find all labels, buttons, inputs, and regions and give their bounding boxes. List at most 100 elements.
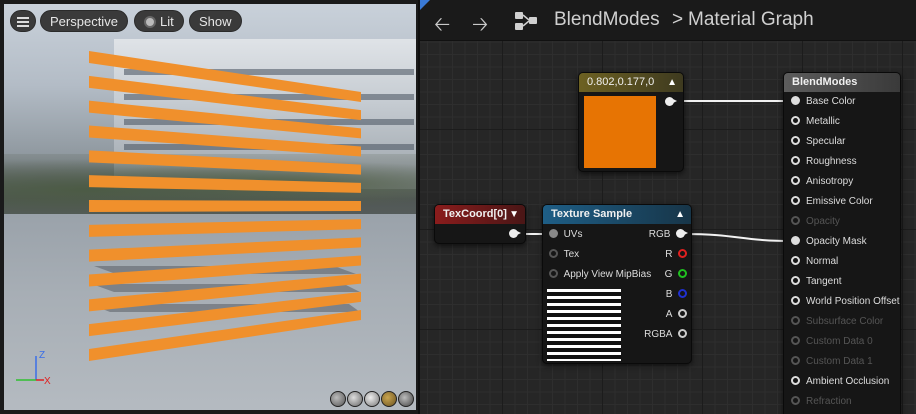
pin-label: Ambient Occlusion bbox=[806, 376, 890, 387]
material-pin-row[interactable]: Custom Data 1 bbox=[791, 352, 873, 372]
pin-icon bbox=[549, 269, 558, 278]
pin-label: G bbox=[664, 269, 673, 280]
material-pin-row[interactable]: Tangent bbox=[791, 272, 842, 292]
texture-sample-header[interactable]: Texture Sample ▲ bbox=[543, 205, 691, 224]
material-pin-row[interactable]: Opacity Mask bbox=[791, 232, 867, 252]
output-pin-b[interactable]: B bbox=[666, 285, 687, 305]
pin-label: UVs bbox=[563, 229, 583, 240]
input-pin-icon bbox=[791, 196, 800, 205]
output-pin-rgb[interactable]: RGB bbox=[648, 225, 688, 245]
pin-label: Refraction bbox=[806, 396, 852, 407]
pin-icon bbox=[549, 229, 558, 238]
input-pin-icon bbox=[791, 356, 800, 365]
material-pin-row[interactable]: World Position Offset bbox=[791, 292, 900, 312]
texcoord-output-pin[interactable] bbox=[509, 225, 521, 245]
color-swatch[interactable] bbox=[584, 96, 656, 168]
pin-label: Custom Data 1 bbox=[806, 356, 873, 367]
material-pin-row[interactable]: Normal bbox=[791, 252, 838, 272]
constant3-output-pin[interactable] bbox=[665, 93, 677, 113]
alpha-pin-icon bbox=[678, 309, 687, 318]
texcoord-node[interactable]: TexCoord[0] ▼ bbox=[434, 204, 526, 244]
stripe-bar bbox=[89, 219, 361, 237]
material-pin-row[interactable]: Metallic bbox=[791, 112, 840, 132]
output-pin-rgba[interactable]: RGBA bbox=[644, 325, 687, 345]
collapse-chevron-icon[interactable]: ▲ bbox=[667, 73, 677, 92]
material-pin-row[interactable]: Refraction bbox=[791, 392, 852, 412]
input-pin-mipbias[interactable]: Apply View MipBias bbox=[549, 265, 651, 285]
constant3-node[interactable]: 0.802,0.177,0 ▲ bbox=[578, 72, 684, 172]
texture-sample-title: Texture Sample bbox=[551, 208, 633, 220]
wireframe-mode-icon[interactable] bbox=[330, 391, 346, 407]
material-result-node[interactable]: BlendModes Base Color Metallic Specular Rou… bbox=[783, 72, 901, 414]
output-pin-g[interactable]: G bbox=[665, 265, 687, 285]
input-pin-icon bbox=[791, 96, 800, 105]
viewport-scene[interactable]: Perspective Lit Show Z X bbox=[4, 4, 416, 410]
pin-label: RGB bbox=[648, 229, 671, 240]
lit-button[interactable]: Lit bbox=[134, 10, 184, 32]
material-pin-row[interactable]: Custom Data 0 bbox=[791, 332, 873, 352]
lit-mode-icon[interactable] bbox=[364, 391, 380, 407]
perspective-button[interactable]: Perspective bbox=[40, 10, 128, 32]
material-pin-row[interactable]: Anisotropy bbox=[791, 172, 853, 192]
pin-icon bbox=[549, 249, 558, 258]
collapse-chevron-icon[interactable]: ▲ bbox=[675, 205, 685, 224]
stripe-bar bbox=[89, 150, 361, 175]
axis-gizmo: Z X bbox=[16, 350, 51, 387]
pin-label: Anisotropy bbox=[806, 176, 854, 187]
input-pin-icon bbox=[791, 116, 800, 125]
masked-stripe-plane bbox=[89, 51, 361, 361]
input-pin-icon bbox=[791, 256, 800, 265]
output-pin-r[interactable]: R bbox=[665, 245, 687, 265]
constant3-header[interactable]: 0.802,0.177,0 ▲ bbox=[579, 73, 683, 92]
input-pin-icon bbox=[791, 216, 800, 225]
pin-label: Specular bbox=[806, 136, 846, 147]
input-pin-icon bbox=[791, 136, 800, 145]
material-pin-row[interactable]: Base Color bbox=[791, 92, 855, 112]
red-pin-icon bbox=[678, 249, 687, 258]
constant3-title: 0.802,0.177,0 bbox=[587, 76, 655, 88]
show-button[interactable]: Show bbox=[189, 10, 242, 32]
realtime-toggle-icon[interactable] bbox=[398, 391, 414, 407]
output-pin-icon bbox=[665, 97, 677, 106]
pin-label: Metallic bbox=[806, 116, 840, 127]
material-header[interactable]: BlendModes bbox=[784, 73, 900, 92]
texcoord-header[interactable]: TexCoord[0] ▼ bbox=[435, 205, 525, 224]
blue-pin-icon bbox=[678, 289, 687, 298]
input-pin-icon bbox=[791, 296, 800, 305]
material-pin-row[interactable]: Emissive Color bbox=[791, 192, 873, 212]
input-pin-uvs[interactable]: UVs bbox=[549, 225, 582, 245]
unlit-mode-icon[interactable] bbox=[347, 391, 363, 407]
input-pin-icon bbox=[791, 236, 800, 245]
collapse-chevron-icon[interactable]: ▼ bbox=[509, 205, 519, 224]
material-pin-row[interactable]: Opacity bbox=[791, 212, 840, 232]
texture-sample-node[interactable]: Texture Sample ▲ UVs Tex Apply View MipB… bbox=[542, 204, 692, 364]
output-pin-a[interactable]: A bbox=[666, 305, 687, 325]
material-pin-row[interactable]: Ambient Occlusion bbox=[791, 372, 889, 392]
input-pin-icon bbox=[791, 336, 800, 345]
rgba-pin-icon bbox=[678, 329, 687, 338]
input-pin-icon bbox=[791, 396, 800, 405]
input-pin-tex[interactable]: Tex bbox=[549, 245, 579, 265]
texture-preview bbox=[547, 289, 621, 361]
input-pin-icon bbox=[791, 316, 800, 325]
pin-label: Opacity Mask bbox=[806, 236, 867, 247]
material-graph-editor[interactable]: 🡠 🡢 BlendModes > Material Graph 0.802,0.… bbox=[420, 0, 916, 414]
detail-lighting-icon[interactable] bbox=[381, 391, 397, 407]
level-viewport[interactable]: Perspective Lit Show Z X bbox=[0, 0, 418, 414]
material-pin-row[interactable]: Subsurface Color bbox=[791, 312, 883, 332]
pin-label: B bbox=[665, 289, 673, 300]
lit-sphere-icon bbox=[144, 16, 156, 28]
material-pin-row[interactable]: Specular bbox=[791, 132, 845, 152]
material-pin-row[interactable]: Roughness bbox=[791, 152, 857, 172]
stripe-bar bbox=[89, 237, 361, 262]
texcoord-title: TexCoord[0] bbox=[443, 208, 507, 220]
material-title: BlendModes bbox=[792, 76, 858, 88]
wire-opacity-mask bbox=[682, 233, 795, 242]
viewport-menu-button[interactable] bbox=[10, 10, 36, 32]
axis-x-label: X bbox=[44, 376, 51, 387]
pin-label: RGBA bbox=[644, 329, 673, 340]
pin-label: Base Color bbox=[806, 96, 856, 107]
input-pin-icon bbox=[791, 276, 800, 285]
input-pin-icon bbox=[791, 156, 800, 165]
hamburger-menu-icon bbox=[17, 17, 29, 27]
